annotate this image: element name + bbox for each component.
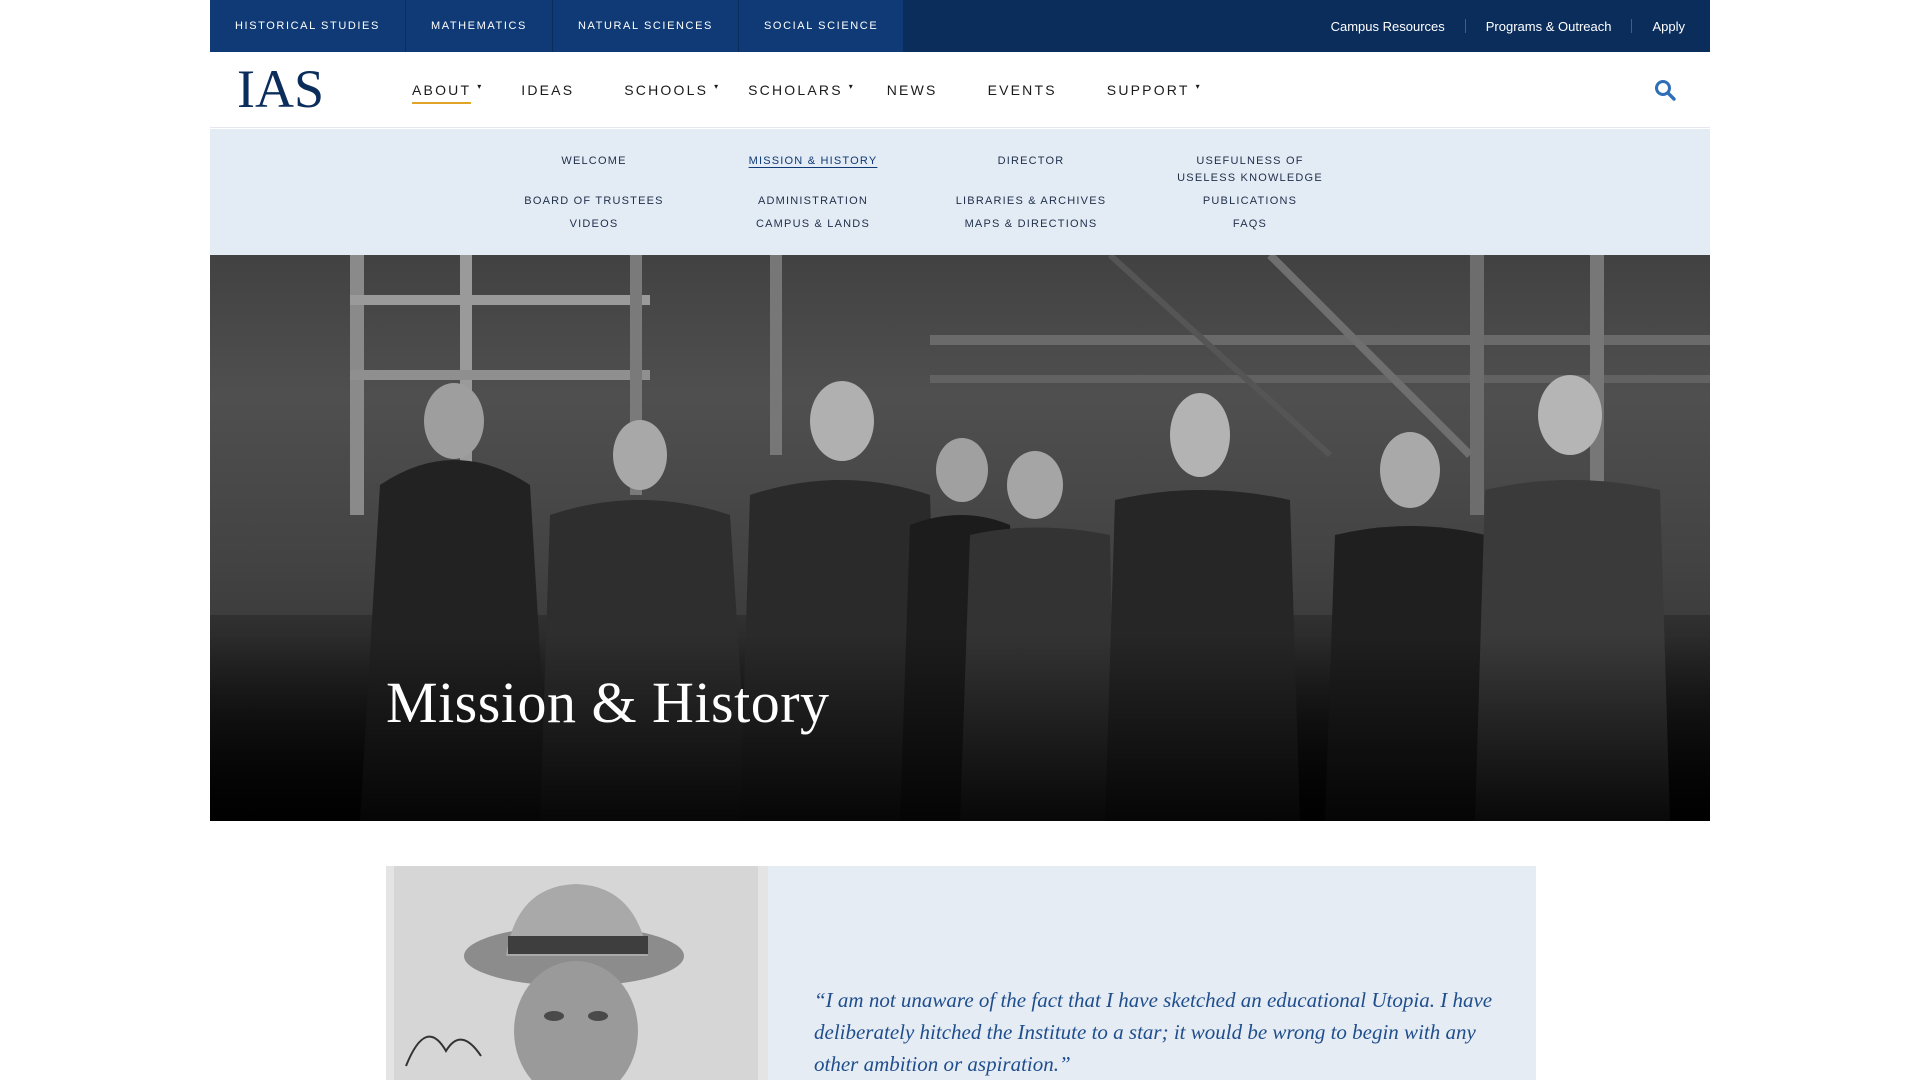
nav-scholars[interactable]: Scholars ▾: [748, 82, 853, 98]
utility-bar: Historical Studies Mathematics Natural S…: [210, 0, 1710, 52]
school-link-mathematics[interactable]: Mathematics: [406, 0, 553, 52]
apply-link[interactable]: Apply: [1652, 19, 1685, 34]
nav-schools-label: Schools: [624, 82, 709, 98]
main-nav: IAS About ▾ Ideas Schools ▾ Scholars ▾ N…: [210, 52, 1710, 128]
utility-links: Campus Resources Programs & Outreach App…: [1331, 0, 1685, 52]
chevron-down-icon: ▾: [714, 82, 719, 91]
school-link-historical-studies[interactable]: Historical Studies: [210, 0, 406, 52]
nav-about-label: About: [412, 82, 472, 98]
school-link-natural-sciences[interactable]: Natural Sciences: [553, 0, 739, 52]
nav-support[interactable]: Support ▾: [1106, 82, 1200, 98]
chevron-down-icon: ▾: [477, 82, 482, 91]
main-menu: About ▾ Ideas Schools ▾ Scholars ▾ News …: [402, 52, 1200, 128]
dropdown-director[interactable]: Director: [998, 153, 1065, 170]
campus-resources-link[interactable]: Campus Resources: [1331, 19, 1445, 34]
quote-panel: “I am not unaware of the fact that I hav…: [768, 866, 1536, 1080]
founder-quote: “I am not unaware of the fact that I hav…: [814, 988, 1493, 1076]
founder-portrait: [386, 866, 768, 1080]
dropdown-campus-lands[interactable]: Campus & Lands: [756, 216, 870, 233]
hero-banner: Mission & History: [210, 255, 1710, 821]
search-icon[interactable]: [1654, 79, 1676, 101]
about-dropdown: Welcome Board of Trustees Videos Mission…: [210, 129, 1710, 255]
hero-photo: [210, 255, 1710, 821]
dropdown-administration[interactable]: Administration: [758, 193, 868, 210]
school-link-social-science[interactable]: Social Science: [739, 0, 905, 52]
chevron-down-icon: ▾: [1195, 82, 1200, 91]
programs-outreach-link[interactable]: Programs & Outreach: [1486, 19, 1612, 34]
dropdown-libraries-archives[interactable]: Libraries & Archives: [956, 193, 1107, 210]
nav-news-label: News: [886, 82, 938, 98]
nav-schools[interactable]: Schools ▾: [624, 82, 718, 98]
school-links: Historical Studies Mathematics Natural S…: [210, 0, 905, 52]
nav-events-label: Events: [987, 82, 1057, 98]
nav-ideas-label: Ideas: [521, 82, 575, 98]
nav-ideas[interactable]: Ideas: [521, 82, 574, 98]
ias-logo[interactable]: IAS: [237, 62, 324, 116]
dropdown-maps-directions[interactable]: Maps & Directions: [965, 216, 1098, 233]
dropdown-board-of-trustees[interactable]: Board of Trustees: [524, 193, 663, 210]
dropdown-usefulness-of-useless-knowledge[interactable]: Usefulness of Useless Knowledge: [1165, 153, 1335, 187]
dropdown-faqs[interactable]: FAQs: [1233, 216, 1267, 233]
chevron-down-icon: ▾: [848, 82, 853, 91]
dropdown-publications[interactable]: Publications: [1203, 193, 1297, 210]
page-title: Mission & History: [386, 670, 830, 735]
nav-news[interactable]: News: [887, 82, 938, 98]
dropdown-videos[interactable]: Videos: [570, 216, 619, 233]
nav-scholars-label: Scholars: [748, 82, 843, 98]
divider: [1631, 19, 1633, 33]
nav-support-label: Support: [1106, 82, 1190, 98]
divider: [1464, 19, 1466, 33]
dropdown-welcome[interactable]: Welcome: [561, 153, 626, 170]
dropdown-mission-history[interactable]: Mission & History: [749, 153, 878, 170]
nav-events[interactable]: Events: [988, 82, 1057, 98]
nav-about[interactable]: About ▾: [412, 82, 481, 104]
page: Historical Studies Mathematics Natural S…: [210, 0, 1710, 1080]
